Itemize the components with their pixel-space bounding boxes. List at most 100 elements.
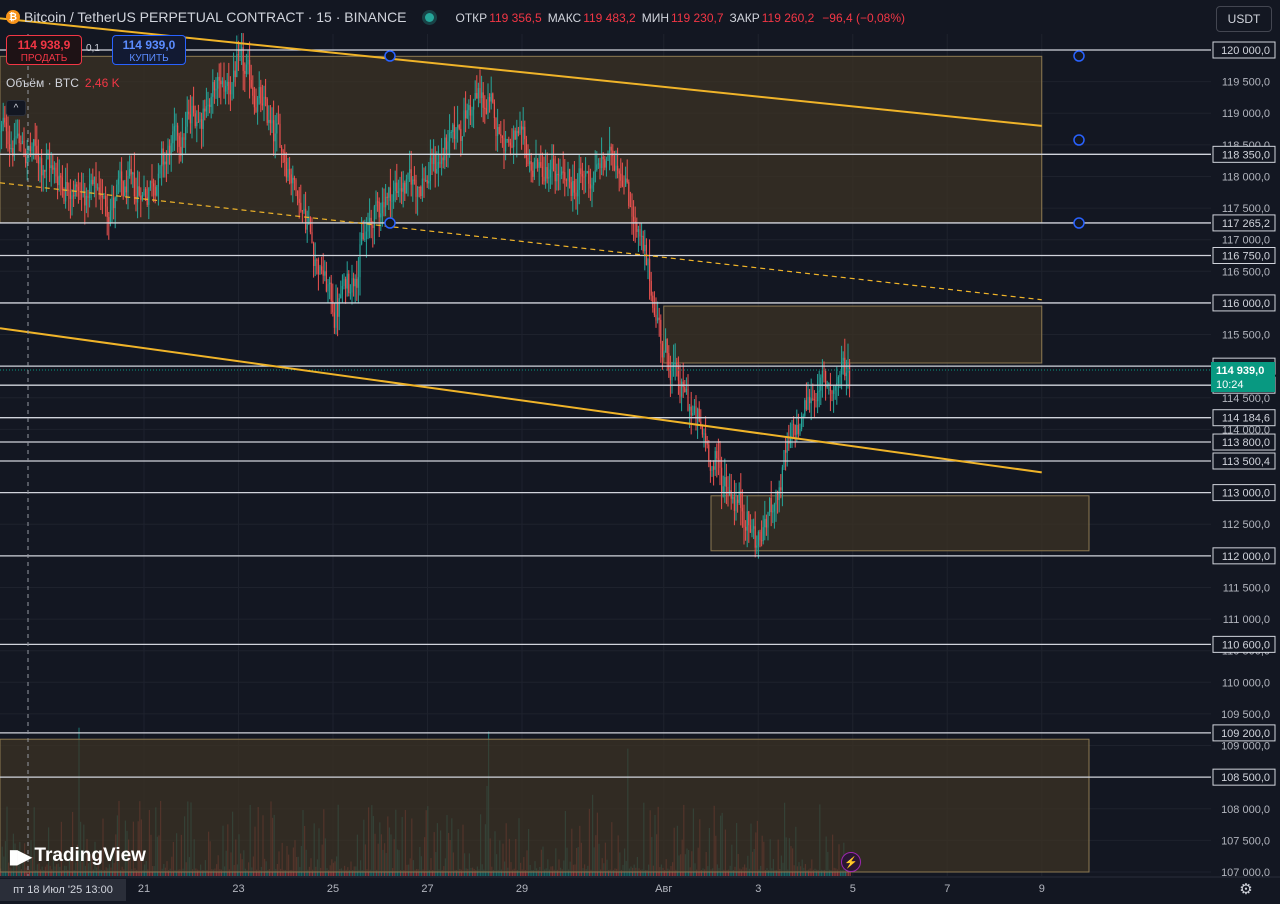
price-tick-label: 118 000,0 [1222,171,1270,183]
candle-body [226,81,228,86]
candle-body [735,499,737,512]
candle-body [709,460,711,471]
candle-body [772,511,774,513]
candle-body [812,398,814,400]
candle-body [188,111,190,115]
candle-body [223,80,225,92]
buy-button[interactable]: 114 939,0 КУПИТЬ [112,35,186,65]
candle-body [737,499,739,503]
candle-body [837,377,839,383]
candle-body [319,266,321,275]
candle-body [60,175,62,178]
candle-body [394,182,396,192]
level-price-label: 110 600,0 [1222,639,1270,651]
candle-body [722,486,724,492]
candle-body [817,391,819,402]
candle-body [388,187,390,198]
candle-body [428,180,430,184]
candle-body [250,79,252,88]
candle-body [655,314,657,321]
settings-gear-icon[interactable]: ⚙ [1237,880,1255,898]
candle-body [106,206,108,218]
candle-body [127,176,129,193]
rectangle-zone [0,738,1090,873]
candle-body [101,195,103,198]
candle-body [197,121,199,123]
candle-body [453,124,455,139]
bitcoin-icon[interactable]: ₿ [6,10,20,24]
time-tick-label: 9 [1039,883,1045,895]
candle-body [716,451,718,459]
candle-body [143,188,145,196]
level-price-label: 112 000,0 [1222,551,1270,563]
candle-body [364,238,366,240]
candle-body [181,137,183,156]
candle-body [73,195,75,197]
candle-body [273,120,275,142]
candle-body [615,165,617,171]
candle-body [404,182,406,194]
price-tick-label: 119 000,0 [1222,108,1270,120]
candle-body [578,168,580,190]
candle-body [420,186,422,197]
candle-body [573,180,575,193]
candle-body [133,172,135,197]
volume-legend[interactable]: Объём · BTC 2,46 K [6,76,120,90]
candle-body [513,130,515,148]
candle-body [741,508,743,512]
candle-body [660,319,662,344]
candle-body [644,244,646,252]
candle-body [636,223,638,232]
buy-label: КУПИТЬ [129,53,169,64]
candle-body [471,109,473,116]
candle-body [447,141,449,150]
candle-body [359,244,361,278]
rectangle-zone [0,55,1043,224]
sell-button[interactable]: 114 938,9 ПРОДАТЬ [6,35,82,65]
candle-body [538,162,540,168]
candle-body [340,294,342,299]
candle-body [839,374,841,378]
symbol-title[interactable]: Bitcoin / TetherUS PERPETUAL CONTRACT · … [24,9,407,25]
tradingview-logo[interactable]: ▮▶ TradingView [8,844,146,868]
time-tick-label: 7 [944,883,950,895]
candle-body [661,343,663,358]
lightning-icon[interactable]: ⚡ [841,852,861,872]
candle-body [109,210,111,224]
price-tick-label: 119 500,0 [1222,77,1270,89]
candle-body [210,96,212,107]
currency-selector[interactable]: USDT [1216,6,1272,32]
level-price-label: 108 500,0 [1221,772,1270,784]
candle-body [353,278,355,287]
candle-body [183,137,185,140]
price-tick-label: 110 000,0 [1222,677,1270,689]
candle-body [98,187,100,195]
candle-body [9,144,11,150]
price-chart-canvas[interactable]: 120 000,0119 500,0119 000,0118 500,0118 … [0,0,1280,904]
candle-body [677,366,679,381]
time-tick-label: 25 [327,883,339,895]
candle-body [311,232,313,244]
candle-body [399,188,401,192]
candle-body [410,169,412,185]
candle-body [796,424,798,435]
market-status-icon [424,12,434,22]
candle-body [362,232,364,240]
candle-body [591,185,593,189]
candle-body [463,110,465,137]
candle-body [159,166,161,174]
candle-body [668,353,670,371]
time-axis[interactable]: 21 23 25 27 29 Авг 3 5 7 9 [0,876,1280,895]
collapse-legend-icon[interactable]: ^ [6,100,26,116]
candle-body [117,178,119,185]
candle-body [519,126,521,134]
candle-body [220,80,222,85]
candle-body [780,487,782,491]
candle-body [497,126,499,137]
price-tick-label: 117 500,0 [1222,203,1270,215]
candle-body [287,168,289,178]
candle-body [170,143,172,156]
candle-body [383,202,385,208]
price-axis[interactable]: 120 000,0119 500,0119 000,0118 500,0118 … [1211,0,1280,904]
price-tick-label: 117 000,0 [1222,235,1270,247]
